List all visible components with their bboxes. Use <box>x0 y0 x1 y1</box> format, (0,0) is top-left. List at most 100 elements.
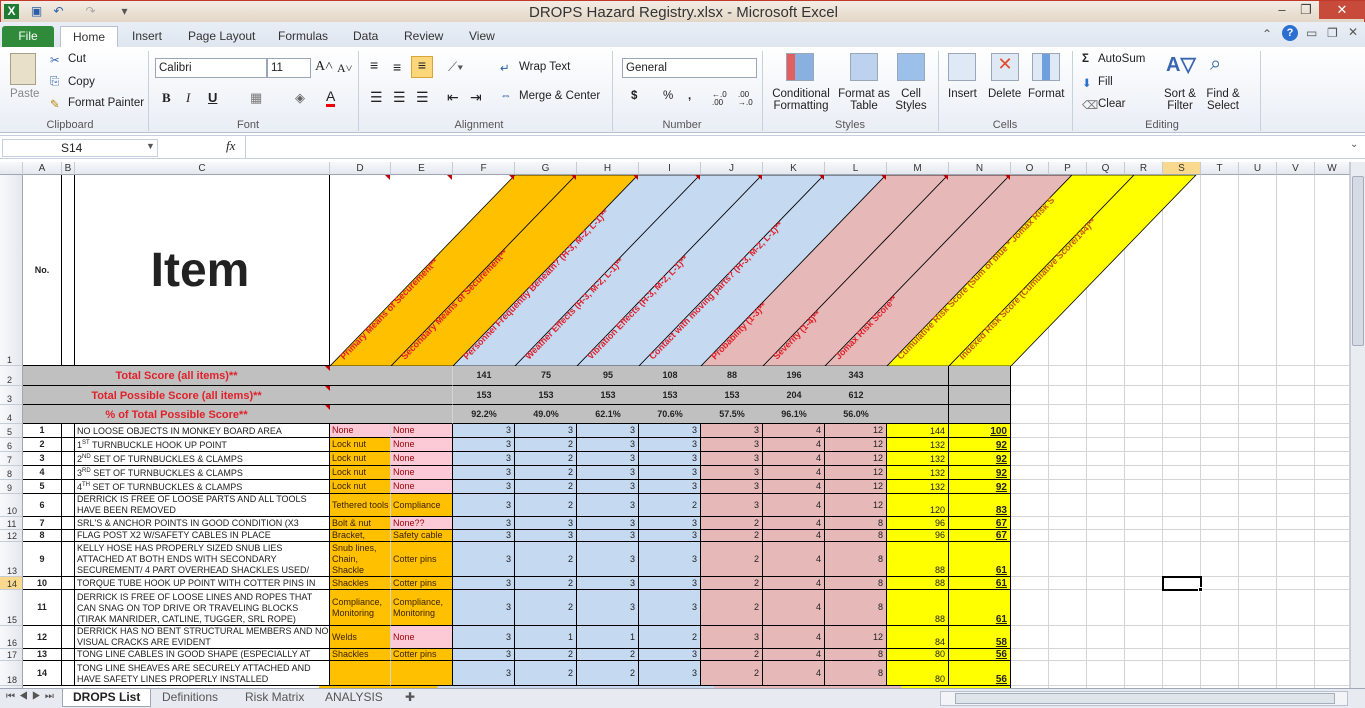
cell[interactable] <box>1087 649 1125 661</box>
row-header[interactable]: 15 <box>0 590 23 626</box>
cell[interactable] <box>1087 517 1125 530</box>
cell[interactable] <box>1277 405 1315 424</box>
paste-icon[interactable] <box>10 53 36 85</box>
decrease-indent-icon[interactable]: ⇤ <box>447 89 459 106</box>
cell[interactable] <box>1277 386 1315 405</box>
cell[interactable] <box>1125 626 1163 649</box>
sev-cell[interactable]: 4 <box>763 438 825 452</box>
cumulative-score-cell[interactable]: 88 <box>887 577 949 590</box>
cell[interactable] <box>1239 590 1277 626</box>
underline-button[interactable]: U <box>208 90 217 105</box>
column-header[interactable]: J <box>701 162 763 175</box>
cell[interactable] <box>1011 542 1049 577</box>
secondary-securement-cell[interactable]: None <box>391 424 453 438</box>
increase-indent-icon[interactable]: ⇥ <box>470 89 482 106</box>
column-header[interactable]: N <box>949 162 1011 175</box>
score-cell[interactable]: 3 <box>639 438 701 452</box>
cell[interactable] <box>1087 452 1125 466</box>
sev-cell[interactable]: 4 <box>763 466 825 480</box>
selected-cell-outline[interactable] <box>1162 576 1202 591</box>
row-header[interactable]: 2 <box>0 366 23 386</box>
score-cell[interactable]: 3 <box>577 530 639 542</box>
workbook-close-icon[interactable]: ✕ <box>1348 25 1358 39</box>
cell[interactable] <box>1163 661 1201 686</box>
row-header[interactable]: 3 <box>0 386 23 405</box>
cumulative-score-cell[interactable]: 132 <box>887 438 949 452</box>
cell[interactable] <box>1087 626 1125 649</box>
score-cell[interactable]: 3 <box>453 494 515 517</box>
cell[interactable] <box>1201 649 1239 661</box>
cell[interactable] <box>1239 386 1277 405</box>
clear-button[interactable]: Clear <box>1098 98 1125 110</box>
tab-view[interactable]: View <box>457 26 507 47</box>
item-description[interactable]: DERRICK IS FREE OF LOOSE LINES AND ROPES… <box>75 590 330 626</box>
row-header[interactable]: 18 <box>0 661 23 686</box>
cell[interactable] <box>1277 438 1315 452</box>
column-header[interactable]: K <box>763 162 825 175</box>
summary-indexed-cell[interactable] <box>949 386 1011 405</box>
cell[interactable] <box>1239 530 1277 542</box>
primary-securement-cell[interactable]: Bracket, <box>330 530 391 542</box>
sev-cell[interactable]: 4 <box>763 530 825 542</box>
score-cell[interactable]: 3 <box>577 577 639 590</box>
cell[interactable] <box>1163 530 1201 542</box>
secondary-securement-cell[interactable]: None <box>391 466 453 480</box>
cell[interactable] <box>1087 386 1125 405</box>
cell[interactable] <box>1201 480 1239 494</box>
cell[interactable] <box>1277 542 1315 577</box>
cell[interactable] <box>1125 366 1163 386</box>
cell[interactable] <box>1239 661 1277 686</box>
score-cell[interactable]: 3 <box>453 661 515 686</box>
cell[interactable] <box>1163 542 1201 577</box>
cell[interactable] <box>1049 517 1087 530</box>
score-cell[interactable]: 2 <box>515 452 577 466</box>
score-cell[interactable]: 3 <box>453 466 515 480</box>
score-cell[interactable]: 2 <box>515 494 577 517</box>
column-header[interactable]: G <box>515 162 577 175</box>
prob-cell[interactable]: 2 <box>701 661 763 686</box>
cell[interactable] <box>1087 424 1125 438</box>
cell[interactable] <box>1201 386 1239 405</box>
cumulative-score-cell[interactable]: 88 <box>887 590 949 626</box>
cumulative-score-cell[interactable]: 132 <box>887 452 949 466</box>
insert-sheet-icon[interactable]: ✚ <box>395 689 425 707</box>
cell[interactable] <box>1315 405 1350 424</box>
cell[interactable] <box>1125 530 1163 542</box>
cell[interactable] <box>1163 386 1201 405</box>
cell[interactable] <box>1201 542 1239 577</box>
prob-cell[interactable]: 2 <box>701 590 763 626</box>
cell[interactable] <box>1163 590 1201 626</box>
cell[interactable] <box>62 424 75 438</box>
indexed-score-cell[interactable]: 58 <box>949 626 1011 649</box>
align-center-icon[interactable]: ☰ <box>393 89 406 106</box>
sev-cell[interactable]: 4 <box>763 661 825 686</box>
score-cell[interactable]: 2 <box>515 577 577 590</box>
prob-cell[interactable]: 2 <box>701 530 763 542</box>
cell[interactable] <box>1315 542 1350 577</box>
jomax-cell[interactable]: 12 <box>825 466 887 480</box>
cell[interactable] <box>1239 577 1277 590</box>
cell[interactable] <box>1087 577 1125 590</box>
score-cell[interactable]: 3 <box>639 424 701 438</box>
cell[interactable] <box>1011 577 1049 590</box>
cell[interactable] <box>1163 405 1201 424</box>
cell[interactable] <box>1087 494 1125 517</box>
prob-cell[interactable]: 2 <box>701 517 763 530</box>
align-left-icon[interactable]: ☰ <box>370 89 383 106</box>
cell[interactable] <box>1277 590 1315 626</box>
indexed-score-cell[interactable]: 92 <box>949 438 1011 452</box>
primary-securement-cell[interactable] <box>330 661 391 686</box>
align-bottom-icon[interactable]: ≡ <box>411 56 433 78</box>
score-cell[interactable]: 3 <box>453 480 515 494</box>
paste-button[interactable]: Paste <box>10 88 39 100</box>
jomax-cell[interactable]: 8 <box>825 661 887 686</box>
font-name-select[interactable]: Calibri <box>155 58 267 78</box>
cell-styles-button[interactable]: Cell Styles <box>892 88 930 112</box>
autosum-button[interactable]: AutoSum <box>1098 53 1145 65</box>
cell[interactable] <box>1315 466 1350 480</box>
prob-cell[interactable]: 2 <box>701 649 763 661</box>
cell[interactable] <box>1201 405 1239 424</box>
prob-cell[interactable]: 3 <box>701 626 763 649</box>
column-header[interactable]: A <box>23 162 62 175</box>
cell[interactable] <box>62 542 75 577</box>
